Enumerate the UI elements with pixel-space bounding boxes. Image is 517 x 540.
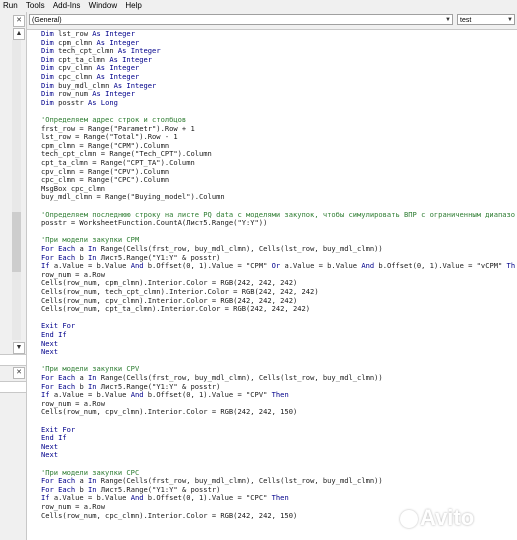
code-keyword: Th <box>506 261 516 271</box>
code-line[interactable]: Cells(row_num, cpc_clmn).Interior.Color … <box>41 510 298 521</box>
code-text: b.Offset(0, 1).Value = "vCPM" <box>378 261 507 271</box>
menu-add-ins[interactable]: Add-Ins <box>50 0 84 12</box>
properties-object-combo[interactable] <box>0 381 26 393</box>
code-line[interactable]: buy_mdl_clmn = Range("Buying_model").Col… <box>41 193 225 202</box>
code-keyword: Next <box>41 347 59 357</box>
code-editor[interactable]: Dim lst_row As Integer Dim cpm_clmn As In… <box>27 30 517 540</box>
close-icon[interactable]: ✕ <box>13 367 25 379</box>
code-text: Cells(row_num, cpc_clmn).Interior.Color … <box>41 510 298 520</box>
chevron-down-icon[interactable]: ▼ <box>445 15 451 26</box>
object-combo-value: (General) <box>32 17 62 24</box>
code-keyword: Dim <box>41 97 59 107</box>
code-keyword: Or <box>271 261 285 271</box>
menu-help[interactable]: Help <box>122 0 144 12</box>
menu-window[interactable]: Window <box>86 0 120 12</box>
menu-run[interactable]: Run <box>0 0 21 12</box>
code-line[interactable]: Cells(row_num, cpv_clmn).Interior.Color … <box>41 408 297 417</box>
scrollbar-thumb[interactable] <box>12 212 21 272</box>
scroll-down-icon[interactable]: ▼ <box>13 342 25 354</box>
code-text: b.Offset(0, 1).Value = "CPV" <box>147 390 272 400</box>
code-line[interactable]: If a.Value = b.Value And b.Offset(0, 1).… <box>41 261 516 271</box>
code-line[interactable]: Next <box>41 347 59 357</box>
project-explorer-pane: ✕ ▲ ▼ ✕ <box>0 12 27 540</box>
menu-tools[interactable]: Tools <box>23 0 48 12</box>
code-keyword: Next <box>41 450 59 460</box>
code-line[interactable]: Dim posstr As Long <box>41 97 118 108</box>
watermark: Avito <box>400 505 474 531</box>
code-keyword: Then <box>271 493 289 503</box>
object-combo[interactable]: (General) ▼ <box>29 14 453 25</box>
scroll-up-icon[interactable]: ▲ <box>13 28 25 40</box>
code-keyword: As Long <box>88 97 118 107</box>
avito-logo-icon <box>400 510 418 529</box>
watermark-text: Avito <box>420 505 475 530</box>
procedure-combo[interactable]: test ▼ <box>457 14 515 25</box>
code-text: posstr <box>58 97 88 107</box>
code-line[interactable]: Next <box>41 451 58 460</box>
code-text: Cells(row_num, cpv_clmn).Interior.Color … <box>41 407 298 417</box>
code-keyword: And <box>361 261 379 271</box>
code-keyword: And <box>130 390 148 400</box>
code-keyword: Then <box>271 390 289 400</box>
code-keyword: And <box>130 493 148 503</box>
code-line[interactable]: posstr = WorksheetFunction.CountA(Лист5.… <box>41 218 268 228</box>
procedure-combo-value: test <box>460 17 472 24</box>
code-text: buy_mdl_clmn = Range("Buying_model").Col… <box>41 192 225 202</box>
close-icon[interactable]: ✕ <box>13 15 25 27</box>
vertical-scrollbar[interactable] <box>12 40 21 340</box>
code-keyword: And <box>130 261 148 271</box>
code-text: a.Value = b.Value <box>284 261 362 271</box>
code-text: Cells(row_num, cpt_ta_clmn).Interior.Col… <box>41 304 311 314</box>
code-line[interactable]: Cells(row_num, cpt_ta_clmn).Interior.Col… <box>41 304 311 314</box>
code-text: b.Offset(0, 1).Value = "CPC" <box>147 493 272 503</box>
properties-header <box>0 354 26 366</box>
chevron-down-icon[interactable]: ▼ <box>507 15 513 26</box>
code-text: posstr = WorksheetFunction.CountA(Лист5.… <box>41 218 268 228</box>
code-window-header: (General) ▼ test ▼ <box>27 12 517 30</box>
code-text: b.Offset(0, 1).Value = "CPM" <box>147 261 272 271</box>
menu-bar: Run Tools Add-Ins Window Help <box>0 0 517 12</box>
